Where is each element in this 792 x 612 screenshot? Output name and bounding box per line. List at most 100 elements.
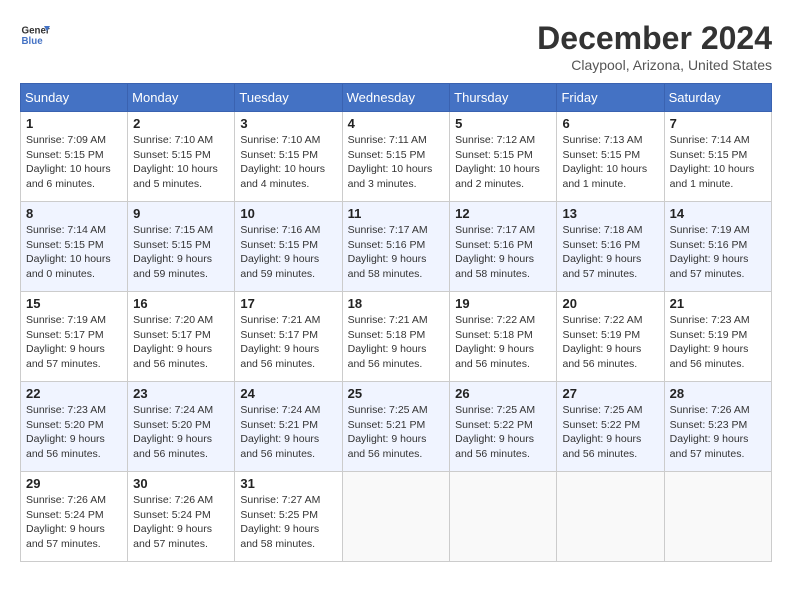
calendar-cell: 1 Sunrise: 7:09 AM Sunset: 5:15 PM Dayli… — [21, 112, 128, 202]
day-number: 7 — [670, 116, 766, 131]
col-sunday: Sunday — [21, 84, 128, 112]
day-info: Sunrise: 7:19 AM Sunset: 5:16 PM Dayligh… — [670, 223, 766, 282]
calendar-cell: 2 Sunrise: 7:10 AM Sunset: 5:15 PM Dayli… — [128, 112, 235, 202]
col-wednesday: Wednesday — [342, 84, 450, 112]
calendar-cell: 29 Sunrise: 7:26 AM Sunset: 5:24 PM Dayl… — [21, 472, 128, 562]
calendar-cell: 28 Sunrise: 7:26 AM Sunset: 5:23 PM Dayl… — [664, 382, 771, 472]
day-number: 27 — [562, 386, 658, 401]
day-number: 26 — [455, 386, 551, 401]
day-number: 21 — [670, 296, 766, 311]
calendar-cell — [342, 472, 450, 562]
day-info: Sunrise: 7:26 AM Sunset: 5:23 PM Dayligh… — [670, 403, 766, 462]
day-number: 10 — [240, 206, 336, 221]
day-number: 9 — [133, 206, 229, 221]
col-thursday: Thursday — [450, 84, 557, 112]
calendar-cell: 26 Sunrise: 7:25 AM Sunset: 5:22 PM Dayl… — [450, 382, 557, 472]
calendar-cell: 18 Sunrise: 7:21 AM Sunset: 5:18 PM Dayl… — [342, 292, 450, 382]
location: Claypool, Arizona, United States — [537, 57, 772, 73]
calendar-cell: 14 Sunrise: 7:19 AM Sunset: 5:16 PM Dayl… — [664, 202, 771, 292]
day-number: 19 — [455, 296, 551, 311]
col-saturday: Saturday — [664, 84, 771, 112]
day-info: Sunrise: 7:17 AM Sunset: 5:16 PM Dayligh… — [455, 223, 551, 282]
day-number: 24 — [240, 386, 336, 401]
calendar-cell: 23 Sunrise: 7:24 AM Sunset: 5:20 PM Dayl… — [128, 382, 235, 472]
day-info: Sunrise: 7:16 AM Sunset: 5:15 PM Dayligh… — [240, 223, 336, 282]
day-info: Sunrise: 7:22 AM Sunset: 5:19 PM Dayligh… — [562, 313, 658, 372]
day-info: Sunrise: 7:21 AM Sunset: 5:18 PM Dayligh… — [348, 313, 445, 372]
day-number: 3 — [240, 116, 336, 131]
calendar-cell: 20 Sunrise: 7:22 AM Sunset: 5:19 PM Dayl… — [557, 292, 664, 382]
calendar-cell: 19 Sunrise: 7:22 AM Sunset: 5:18 PM Dayl… — [450, 292, 557, 382]
day-info: Sunrise: 7:14 AM Sunset: 5:15 PM Dayligh… — [26, 223, 122, 282]
calendar-cell — [557, 472, 664, 562]
day-number: 29 — [26, 476, 122, 491]
day-info: Sunrise: 7:09 AM Sunset: 5:15 PM Dayligh… — [26, 133, 122, 192]
day-info: Sunrise: 7:15 AM Sunset: 5:15 PM Dayligh… — [133, 223, 229, 282]
calendar-cell — [664, 472, 771, 562]
day-number: 30 — [133, 476, 229, 491]
day-number: 20 — [562, 296, 658, 311]
day-info: Sunrise: 7:11 AM Sunset: 5:15 PM Dayligh… — [348, 133, 445, 192]
day-info: Sunrise: 7:22 AM Sunset: 5:18 PM Dayligh… — [455, 313, 551, 372]
day-info: Sunrise: 7:24 AM Sunset: 5:21 PM Dayligh… — [240, 403, 336, 462]
calendar-cell: 25 Sunrise: 7:25 AM Sunset: 5:21 PM Dayl… — [342, 382, 450, 472]
day-number: 2 — [133, 116, 229, 131]
calendar-table: Sunday Monday Tuesday Wednesday Thursday… — [20, 83, 772, 562]
day-number: 22 — [26, 386, 122, 401]
day-number: 8 — [26, 206, 122, 221]
calendar-cell: 11 Sunrise: 7:17 AM Sunset: 5:16 PM Dayl… — [342, 202, 450, 292]
calendar-cell: 22 Sunrise: 7:23 AM Sunset: 5:20 PM Dayl… — [21, 382, 128, 472]
day-number: 5 — [455, 116, 551, 131]
calendar-cell: 24 Sunrise: 7:24 AM Sunset: 5:21 PM Dayl… — [235, 382, 342, 472]
day-number: 12 — [455, 206, 551, 221]
day-number: 11 — [348, 206, 445, 221]
calendar-cell: 31 Sunrise: 7:27 AM Sunset: 5:25 PM Dayl… — [235, 472, 342, 562]
day-info: Sunrise: 7:26 AM Sunset: 5:24 PM Dayligh… — [26, 493, 122, 552]
day-info: Sunrise: 7:19 AM Sunset: 5:17 PM Dayligh… — [26, 313, 122, 372]
calendar-cell — [450, 472, 557, 562]
day-number: 1 — [26, 116, 122, 131]
day-info: Sunrise: 7:23 AM Sunset: 5:20 PM Dayligh… — [26, 403, 122, 462]
day-number: 25 — [348, 386, 445, 401]
title-block: December 2024 Claypool, Arizona, United … — [537, 20, 772, 73]
day-info: Sunrise: 7:25 AM Sunset: 5:22 PM Dayligh… — [455, 403, 551, 462]
logo: General Blue — [20, 20, 50, 50]
calendar-cell: 3 Sunrise: 7:10 AM Sunset: 5:15 PM Dayli… — [235, 112, 342, 202]
calendar-cell: 6 Sunrise: 7:13 AM Sunset: 5:15 PM Dayli… — [557, 112, 664, 202]
day-info: Sunrise: 7:26 AM Sunset: 5:24 PM Dayligh… — [133, 493, 229, 552]
calendar-cell: 17 Sunrise: 7:21 AM Sunset: 5:17 PM Dayl… — [235, 292, 342, 382]
day-info: Sunrise: 7:25 AM Sunset: 5:21 PM Dayligh… — [348, 403, 445, 462]
day-number: 28 — [670, 386, 766, 401]
day-info: Sunrise: 7:10 AM Sunset: 5:15 PM Dayligh… — [240, 133, 336, 192]
calendar-cell: 7 Sunrise: 7:14 AM Sunset: 5:15 PM Dayli… — [664, 112, 771, 202]
day-info: Sunrise: 7:18 AM Sunset: 5:16 PM Dayligh… — [562, 223, 658, 282]
calendar-cell: 4 Sunrise: 7:11 AM Sunset: 5:15 PM Dayli… — [342, 112, 450, 202]
calendar-cell: 27 Sunrise: 7:25 AM Sunset: 5:22 PM Dayl… — [557, 382, 664, 472]
page-header: General Blue December 2024 Claypool, Ari… — [20, 20, 772, 73]
calendar-cell: 13 Sunrise: 7:18 AM Sunset: 5:16 PM Dayl… — [557, 202, 664, 292]
day-number: 15 — [26, 296, 122, 311]
calendar-cell: 5 Sunrise: 7:12 AM Sunset: 5:15 PM Dayli… — [450, 112, 557, 202]
day-info: Sunrise: 7:17 AM Sunset: 5:16 PM Dayligh… — [348, 223, 445, 282]
calendar-cell: 8 Sunrise: 7:14 AM Sunset: 5:15 PM Dayli… — [21, 202, 128, 292]
calendar-cell: 12 Sunrise: 7:17 AM Sunset: 5:16 PM Dayl… — [450, 202, 557, 292]
day-number: 18 — [348, 296, 445, 311]
calendar-cell: 21 Sunrise: 7:23 AM Sunset: 5:19 PM Dayl… — [664, 292, 771, 382]
day-number: 16 — [133, 296, 229, 311]
day-number: 17 — [240, 296, 336, 311]
day-info: Sunrise: 7:12 AM Sunset: 5:15 PM Dayligh… — [455, 133, 551, 192]
calendar-cell: 10 Sunrise: 7:16 AM Sunset: 5:15 PM Dayl… — [235, 202, 342, 292]
calendar-cell: 30 Sunrise: 7:26 AM Sunset: 5:24 PM Dayl… — [128, 472, 235, 562]
calendar-cell: 9 Sunrise: 7:15 AM Sunset: 5:15 PM Dayli… — [128, 202, 235, 292]
day-info: Sunrise: 7:13 AM Sunset: 5:15 PM Dayligh… — [562, 133, 658, 192]
day-info: Sunrise: 7:24 AM Sunset: 5:20 PM Dayligh… — [133, 403, 229, 462]
day-info: Sunrise: 7:10 AM Sunset: 5:15 PM Dayligh… — [133, 133, 229, 192]
col-tuesday: Tuesday — [235, 84, 342, 112]
month-title: December 2024 — [537, 20, 772, 57]
day-info: Sunrise: 7:20 AM Sunset: 5:17 PM Dayligh… — [133, 313, 229, 372]
calendar-cell: 15 Sunrise: 7:19 AM Sunset: 5:17 PM Dayl… — [21, 292, 128, 382]
day-number: 23 — [133, 386, 229, 401]
calendar-cell: 16 Sunrise: 7:20 AM Sunset: 5:17 PM Dayl… — [128, 292, 235, 382]
col-friday: Friday — [557, 84, 664, 112]
day-info: Sunrise: 7:14 AM Sunset: 5:15 PM Dayligh… — [670, 133, 766, 192]
